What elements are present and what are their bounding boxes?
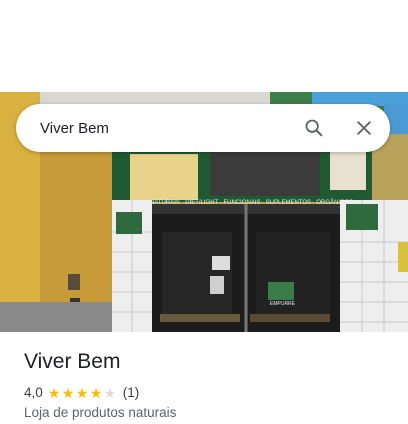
close-icon	[357, 121, 371, 135]
star-filled-icon: ★	[47, 384, 61, 401]
star-filled-icon: ★	[75, 384, 89, 401]
search-button[interactable]	[296, 110, 332, 146]
star-filled-icon: ★	[89, 384, 103, 401]
star-rating: ★ ★ ★ ★ ★	[48, 386, 118, 400]
search-bar	[16, 104, 390, 152]
place-category: Loja de produtos naturais	[24, 405, 177, 420]
rating-value: 4,0	[24, 385, 43, 400]
search-icon	[305, 119, 323, 137]
review-count[interactable]: (1)	[123, 385, 140, 400]
search-input[interactable]	[16, 104, 296, 152]
door-sign: EMPURRE	[270, 301, 296, 307]
clear-button[interactable]	[346, 110, 382, 146]
star-empty-icon: ★	[103, 384, 117, 401]
place-title[interactable]: Viver Bem	[24, 350, 120, 374]
star-filled-icon: ★	[61, 384, 75, 401]
rating-row[interactable]: 4,0 ★ ★ ★ ★ ★ (1)	[24, 385, 139, 400]
